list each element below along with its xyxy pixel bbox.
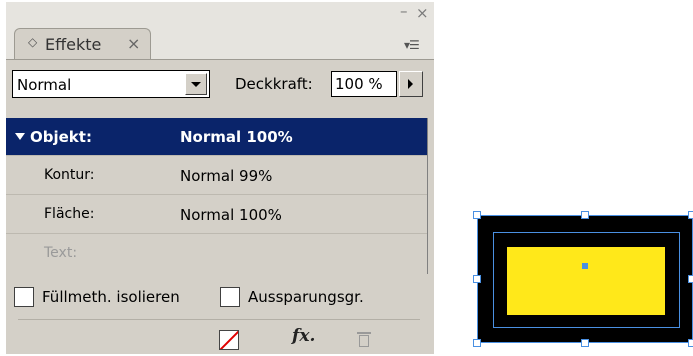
effect-name: Text: — [44, 245, 78, 261]
effects-panel: – × ◇ Effekte × ▾☰ Normal Deckkraft: 100… — [6, 2, 434, 354]
close-button[interactable]: × — [416, 6, 429, 21]
trash-lid — [357, 332, 371, 334]
effect-value: Normal 99% — [180, 167, 273, 185]
tab-close-icon[interactable]: × — [127, 34, 140, 53]
tab-effekte[interactable]: ◇ Effekte × — [14, 28, 151, 60]
clear-effects-icon[interactable] — [219, 330, 239, 350]
selection-handle-top-left[interactable] — [473, 211, 481, 219]
tab-diamond-icon: ◇ — [28, 35, 38, 49]
effect-name: Objekt: — [30, 128, 92, 146]
fx-label: fx — [292, 326, 310, 346]
effect-row-flaeche[interactable]: Fläche: Normal 100% — [6, 196, 427, 234]
panel-menu-icon[interactable]: ▾☰ — [404, 38, 420, 52]
selection-handle-top-right[interactable] — [688, 211, 693, 219]
effect-name: Fläche: — [44, 206, 95, 222]
selection-handle-bottom-left[interactable] — [473, 339, 481, 347]
effects-list: Objekt: Normal 100% Kontur: Normal 99% F… — [6, 118, 428, 274]
blend-mode-value: Normal — [17, 76, 72, 94]
selection-handle-middle-right[interactable] — [688, 275, 693, 283]
selection-handle-bottom-right[interactable] — [688, 339, 693, 347]
disclosure-triangle-icon[interactable] — [15, 133, 25, 140]
blend-mode-select[interactable]: Normal — [12, 70, 210, 98]
selection-handle-top-center[interactable] — [581, 211, 589, 219]
trash-body — [359, 335, 369, 347]
tab-label: Effekte — [45, 35, 102, 54]
selection-bounding-box — [477, 215, 693, 343]
effect-row-kontur[interactable]: Kontur: Normal 99% — [6, 157, 427, 195]
trash-icon[interactable] — [356, 330, 372, 348]
effect-row-text: Text: — [6, 235, 427, 273]
minimize-button[interactable]: – — [400, 4, 408, 19]
selection-handle-bottom-center[interactable] — [581, 339, 589, 347]
selection-handle-middle-left[interactable] — [473, 275, 481, 283]
center-point — [582, 263, 588, 269]
opacity-stepper-button[interactable] — [399, 71, 423, 97]
effect-value: Normal 100% — [180, 206, 282, 224]
knockout-group-label: Aussparungsgr. — [248, 288, 364, 306]
divider — [18, 319, 420, 320]
chevron-down-icon[interactable] — [185, 73, 207, 95]
knockout-group-checkbox[interactable] — [220, 287, 240, 307]
fx-suffix: . — [309, 326, 316, 346]
opacity-input[interactable]: 100 % — [331, 71, 397, 97]
opacity-label: Deckkraft: — [235, 75, 313, 93]
isolate-blending-label: Füllmeth. isolieren — [42, 288, 180, 306]
effect-row-objekt[interactable]: Objekt: Normal 100% — [6, 118, 427, 156]
effect-value: Normal 100% — [180, 128, 293, 146]
divider — [6, 59, 434, 60]
fx-icon[interactable]: fx. — [292, 326, 324, 346]
isolate-blending-checkbox[interactable] — [14, 287, 34, 307]
effect-name: Kontur: — [44, 167, 95, 183]
